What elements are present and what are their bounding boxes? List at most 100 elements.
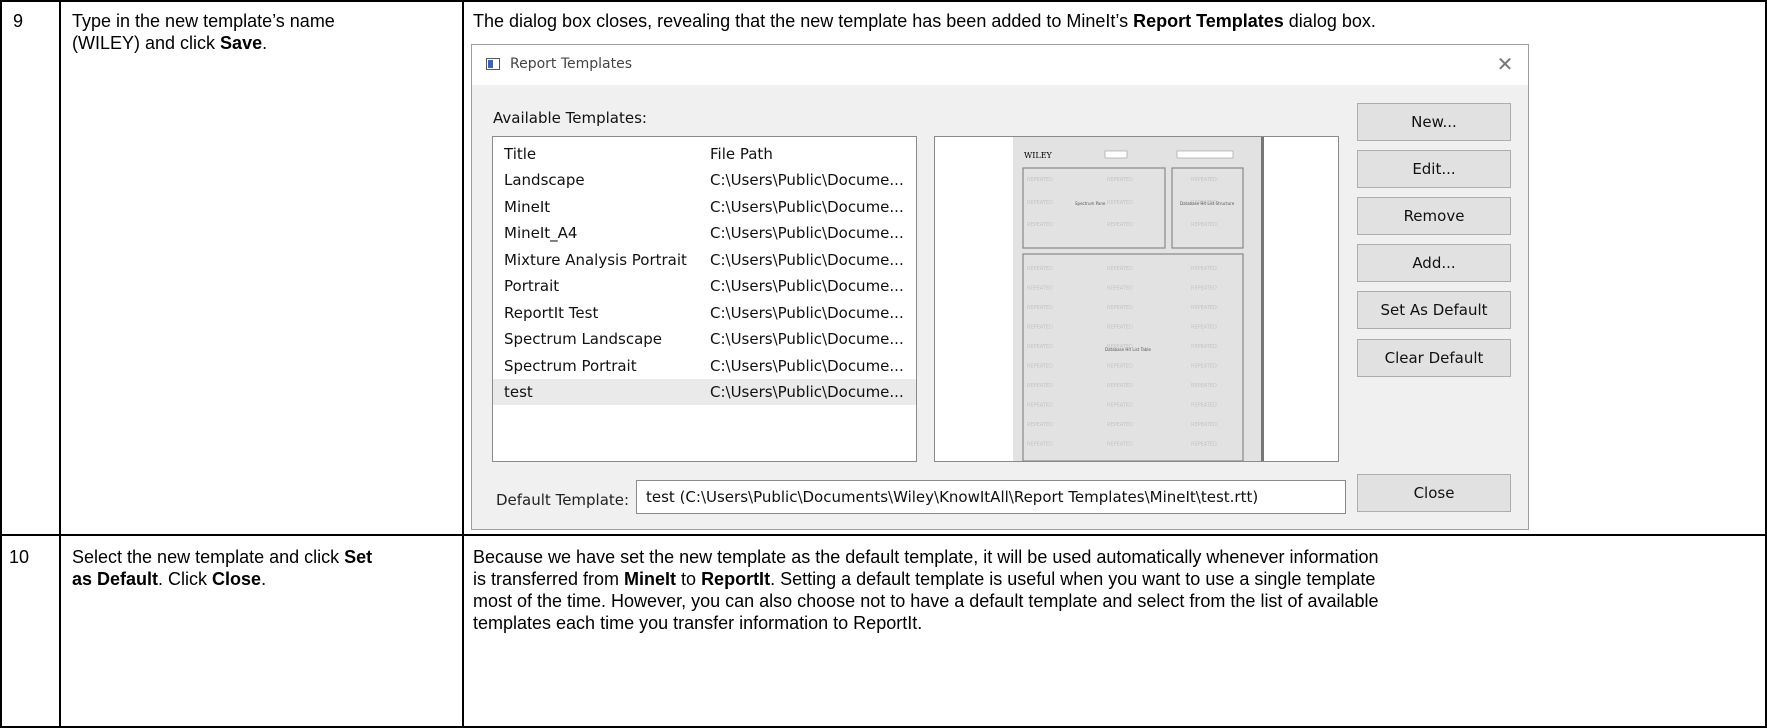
template-title: MineIt bbox=[504, 197, 551, 216]
template-row[interactable]: MineIt C:\Users\Public\Docume... bbox=[493, 194, 916, 220]
instruction-text: . Click bbox=[158, 569, 213, 589]
list-header: Title File Path bbox=[493, 141, 916, 167]
preview-repeated-text: REPEATED bbox=[1027, 325, 1053, 331]
preview-repeated-text: REPEATED bbox=[1027, 344, 1053, 350]
instruction-text: (WILEY) and click bbox=[72, 33, 221, 53]
result-line: most of the time. However, you can also … bbox=[473, 591, 1379, 611]
remove-button[interactable]: Remove bbox=[1357, 197, 1511, 235]
preview-repeated-text: REPEATED bbox=[1107, 383, 1133, 389]
preview-repeated-text: REPEATED bbox=[1027, 305, 1053, 311]
result-line: Because we have set the new template as … bbox=[473, 547, 1379, 567]
template-path: C:\Users\Public\Docume... bbox=[710, 303, 904, 322]
template-title: Spectrum Landscape bbox=[504, 330, 663, 348]
instruction-bold: Save bbox=[220, 33, 263, 53]
template-row[interactable]: Mixture Analysis Portrait C:\Users\Public… bbox=[493, 247, 916, 273]
template-title: ReportIt Test bbox=[504, 303, 599, 322]
instruction-bold: Set bbox=[344, 547, 373, 567]
step-instruction: Type in the new template’s name (WILEY) … bbox=[72, 10, 452, 54]
table-top-border bbox=[0, 0, 1767, 2]
available-templates-label: Available Templates: bbox=[493, 109, 647, 127]
preview-repeated-text: REPEATED bbox=[1027, 422, 1053, 428]
instruction-line: Type in the new template’s name bbox=[72, 11, 335, 31]
template-path: C:\Users\Public\Docume... bbox=[710, 250, 904, 269]
template-row[interactable]: ReportIt Test C:\Users\Public\Docume... bbox=[493, 300, 916, 326]
preview-repeated-text: REPEATED bbox=[1107, 422, 1133, 428]
template-path: C:\Users\Public\Docume... bbox=[710, 277, 904, 295]
result-bold: Report Templates bbox=[1133, 11, 1284, 31]
result-line: templates each time you transfer informa… bbox=[473, 613, 923, 633]
preview-page-edge bbox=[1261, 137, 1264, 461]
preview-repeated-text: REPEATED bbox=[1191, 442, 1217, 448]
instruction-bold: as Default bbox=[72, 569, 159, 589]
preview-repeated-text: REPEATED bbox=[1107, 325, 1133, 331]
close-button[interactable]: Close bbox=[1357, 474, 1511, 512]
preview-sponsor-field bbox=[1104, 150, 1128, 159]
default-template-field: test (C:\Users\Public\Documents\Wiley\Kn… bbox=[636, 480, 1346, 514]
preview-repeated-text: REPEATED bbox=[1191, 364, 1217, 370]
new-button[interactable]: New... bbox=[1357, 103, 1511, 141]
template-preview: WILEY REPEATED REPEATED REPEATED REPEATED RE… bbox=[934, 136, 1339, 462]
template-title: test bbox=[504, 383, 533, 401]
preview-repeated-text: REPEATED bbox=[1107, 200, 1133, 206]
report-templates-dialog: Report Templates ✕ Available Templates: … bbox=[471, 44, 1529, 530]
preview-repeated-text: REPEATED bbox=[1107, 222, 1133, 228]
table-left-border bbox=[0, 0, 2, 728]
result-bold: ReportIt bbox=[701, 569, 771, 589]
instruction-text: . bbox=[261, 569, 267, 589]
template-row[interactable]: MineIt_A4 C:\Users\Public\Docume... bbox=[493, 220, 916, 246]
preview-repeated-text: REPEATED bbox=[1191, 305, 1217, 311]
close-icon[interactable]: ✕ bbox=[1492, 51, 1518, 77]
set-as-default-button[interactable]: Set As Default bbox=[1357, 291, 1511, 329]
preview-repeated-text: REPEATED bbox=[1027, 383, 1053, 389]
preview-spectrum-label: Spectrum Pane bbox=[1075, 201, 1106, 206]
result-text: is transferred from bbox=[473, 569, 625, 589]
template-row[interactable]: Spectrum Portrait C:\Users\Public\Docume.… bbox=[493, 353, 916, 379]
instruction-bold: Close bbox=[212, 569, 262, 589]
preview-repeated-text: REPEATED bbox=[1107, 403, 1133, 409]
template-row[interactable]: Spectrum Landscape C:\Users\Public\Docume… bbox=[493, 326, 916, 352]
template-path: C:\Users\Public\Docume... bbox=[710, 197, 904, 216]
preview-table-label: Database Hit List Table bbox=[1105, 347, 1151, 352]
preview-repeated-text: REPEATED bbox=[1191, 344, 1217, 350]
preview-repeated-text: REPEATED bbox=[1191, 222, 1217, 228]
preview-repeated-text: REPEATED bbox=[1027, 364, 1053, 370]
preview-repeated-text: REPEATED bbox=[1107, 177, 1133, 183]
preview-repeated-text: REPEATED bbox=[1191, 383, 1217, 389]
preview-repeated-text: REPEATED bbox=[1027, 442, 1053, 448]
instruction-text: Select the new template and click bbox=[72, 547, 345, 567]
preview-repeated-text: REPEATED bbox=[1027, 222, 1053, 228]
column-divider-instruction bbox=[462, 0, 464, 728]
template-title: Portrait bbox=[504, 277, 560, 295]
add-button[interactable]: Add... bbox=[1357, 244, 1511, 282]
preview-repeated-text: REPEATED bbox=[1027, 403, 1053, 409]
result-bold: MineIt bbox=[624, 569, 677, 589]
template-path: C:\Users\Public\Docume... bbox=[710, 330, 904, 348]
preview-repeated-text: REPEATED bbox=[1107, 305, 1133, 311]
preview-repeated-text: REPEATED bbox=[1191, 266, 1217, 272]
preview-page-graphic: WILEY REPEATED REPEATED REPEATED REPEATED RE… bbox=[1013, 137, 1264, 461]
template-row[interactable]: test C:\Users\Public\Docume... bbox=[493, 379, 916, 405]
templates-list[interactable]: Title File Path Landscape C:\Users\Public… bbox=[492, 136, 917, 462]
column-divider-step bbox=[59, 0, 61, 728]
step-result: Because we have set the new template as … bbox=[473, 546, 1763, 634]
edit-button[interactable]: Edit... bbox=[1357, 150, 1511, 188]
preview-page bbox=[1013, 137, 1261, 461]
preview-repeated-text: REPEATED bbox=[1107, 364, 1133, 370]
template-row[interactable]: Landscape C:\Users\Public\Docume... bbox=[493, 167, 916, 193]
instruction-text: . bbox=[262, 33, 268, 53]
template-path: C:\Users\Public\Docume... bbox=[710, 224, 904, 242]
row-divider bbox=[0, 534, 1767, 536]
preview-repeated-text: REPEATED bbox=[1191, 422, 1217, 428]
preview-date-field bbox=[1176, 150, 1234, 159]
result-text: to bbox=[676, 569, 702, 589]
result-text: dialog box. bbox=[1283, 11, 1376, 31]
column-header-file-path: File Path bbox=[710, 145, 773, 163]
clear-default-button[interactable]: Clear Default bbox=[1357, 339, 1511, 377]
template-title: Mixture Analysis Portrait bbox=[504, 250, 687, 269]
preview-repeated-text: REPEATED bbox=[1191, 286, 1217, 292]
dialog-title: Report Templates bbox=[510, 56, 633, 72]
template-row[interactable]: Portrait C:\Users\Public\Docume... bbox=[493, 273, 916, 299]
preview-repeated-text: REPEATED bbox=[1027, 266, 1053, 272]
preview-repeated-text: REPEATED bbox=[1107, 266, 1133, 272]
preview-repeated-text: REPEATED bbox=[1191, 325, 1217, 331]
